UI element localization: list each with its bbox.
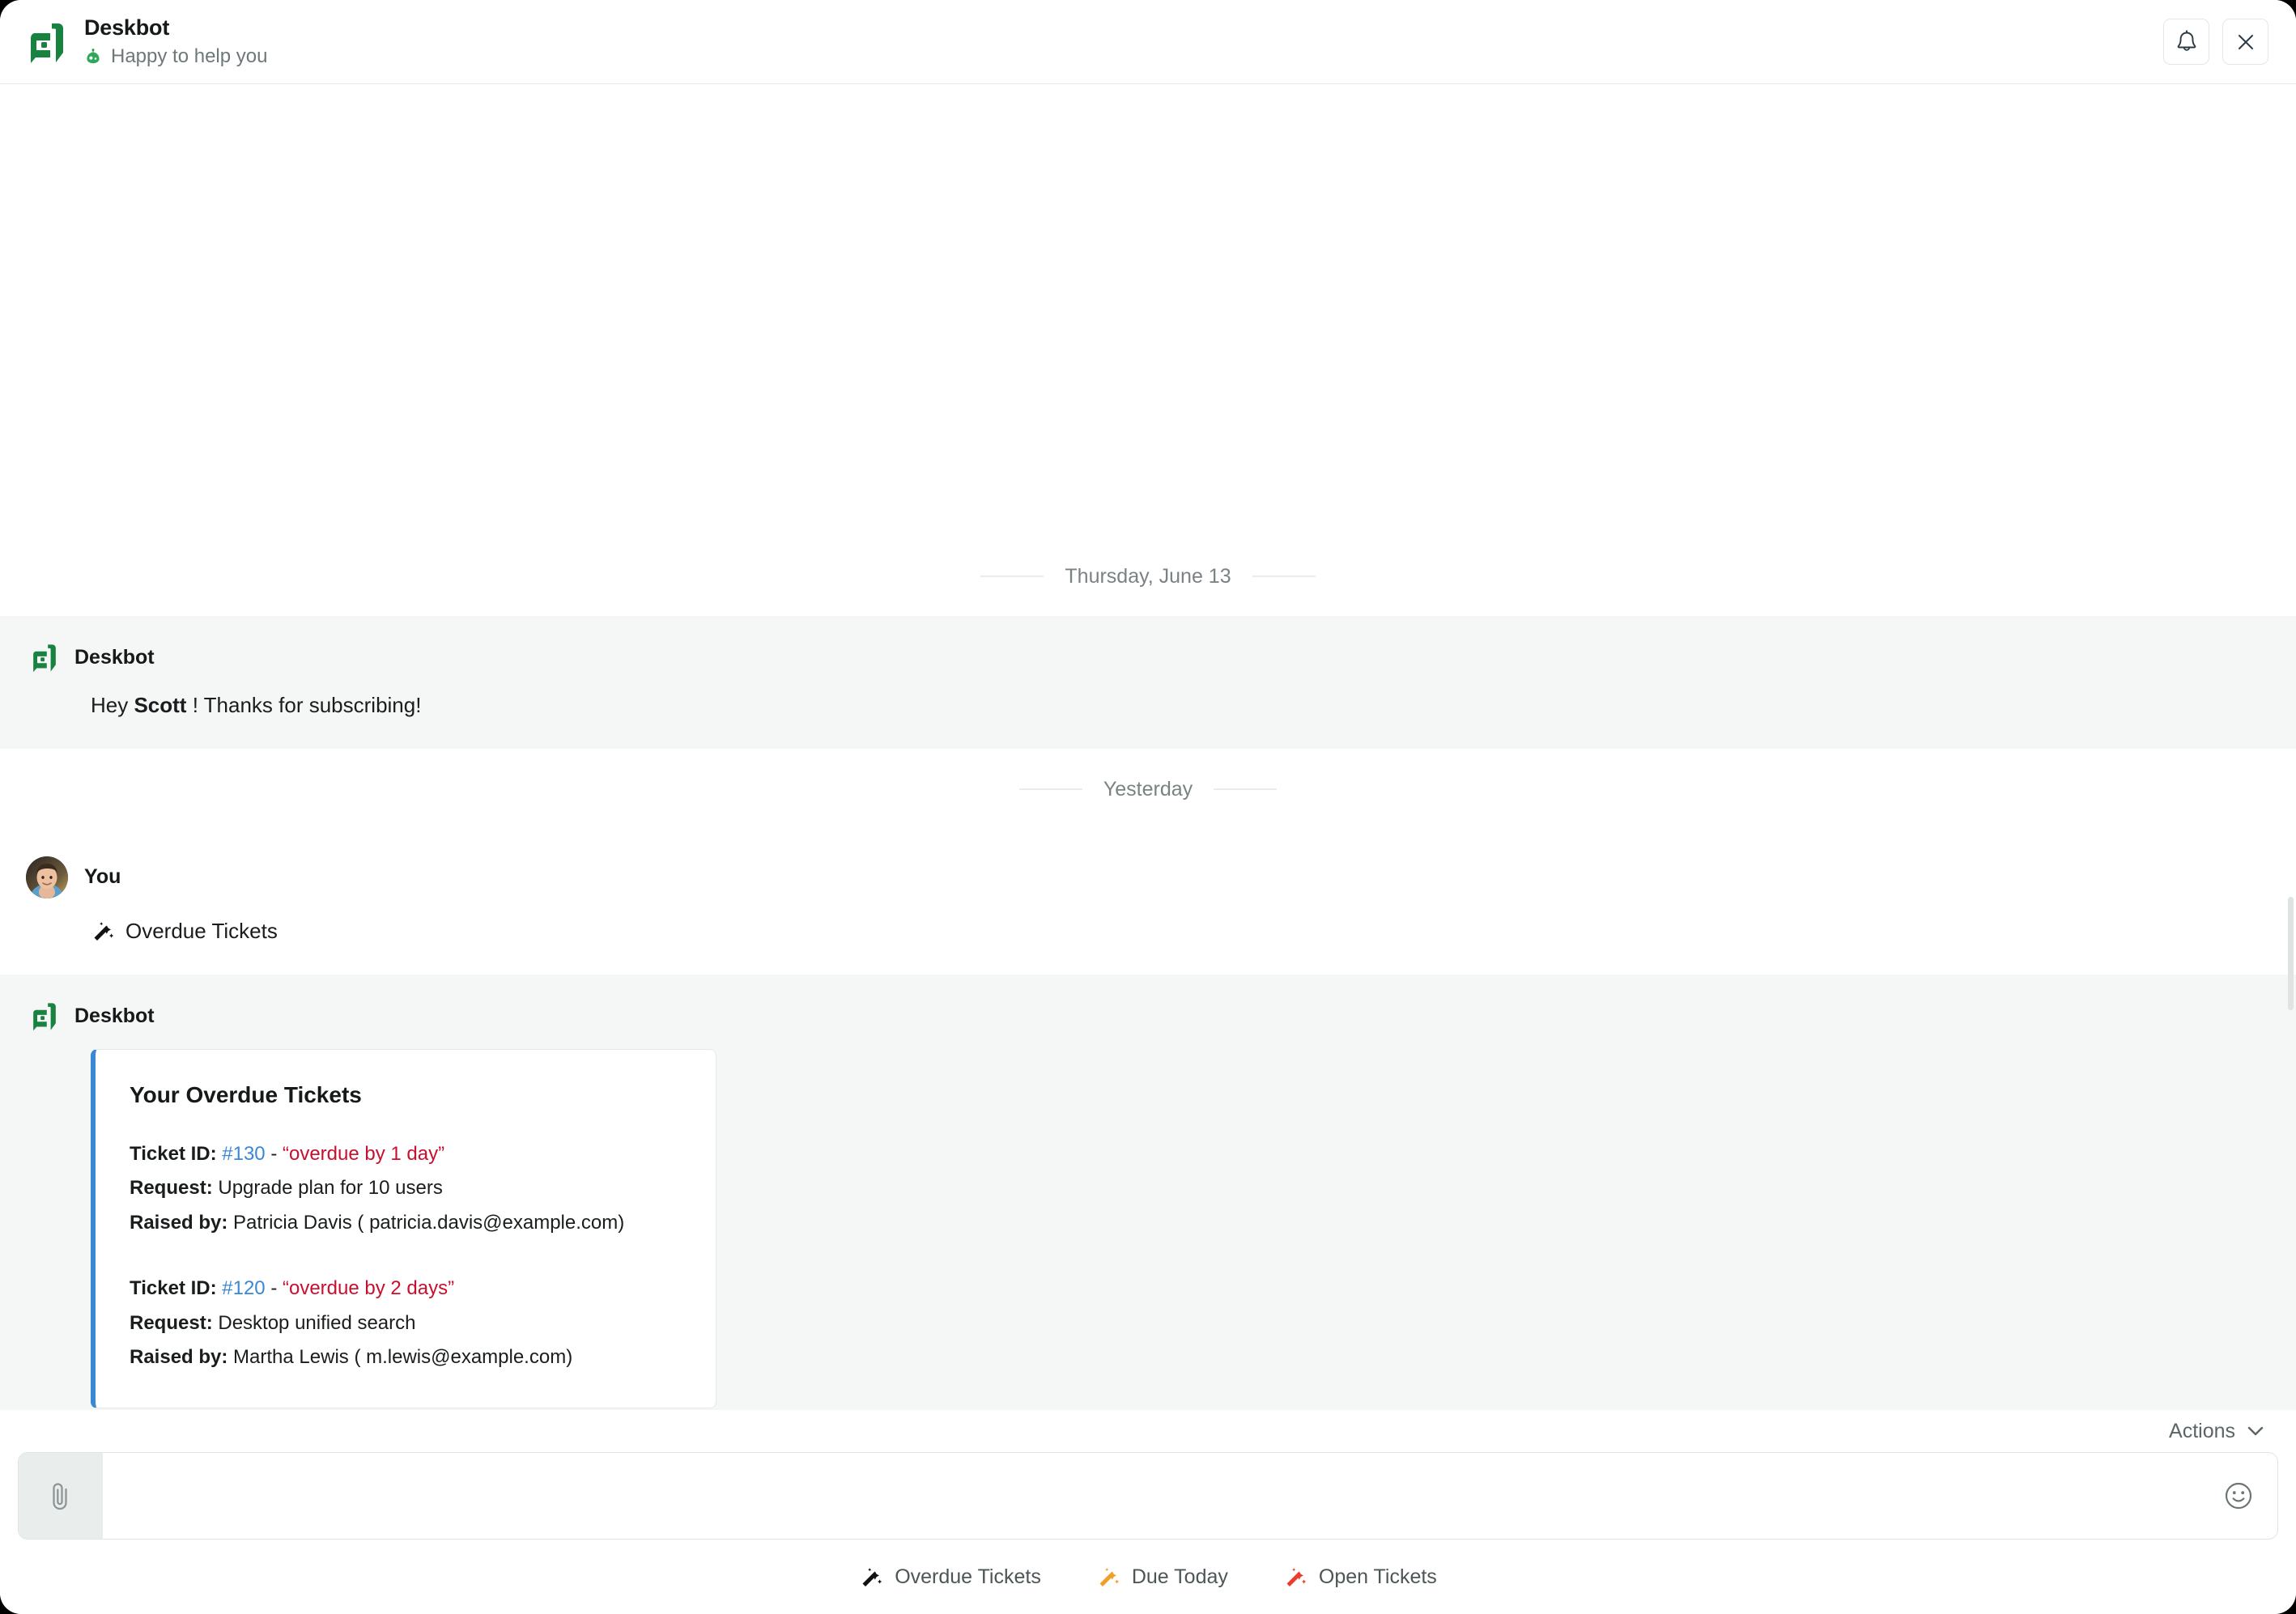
scrollbar-thumb[interactable]	[2288, 897, 2294, 1010]
ticket-request-line: Request: Upgrade plan for 10 users	[130, 1171, 682, 1206]
conversation-scroll-area[interactable]: Thursday, June 13 Deskbot Hey Scott ! Th…	[0, 84, 2296, 1438]
bot-avatar-icon	[87, 48, 100, 63]
ticket-raisedby-value: Patricia Davis ( patricia.davis@example.…	[233, 1212, 625, 1234]
divider-line-right	[1252, 576, 1316, 577]
bot-status-label: Happy to help you	[111, 45, 268, 67]
ticket-id-link[interactable]: #120	[222, 1277, 265, 1299]
quick-reply-bar: Overdue Tickets Due Today Open Tickets	[0, 1540, 2296, 1614]
message-input[interactable]	[103, 1453, 2200, 1539]
message-user-overdue-tickets: You Overdue Tickets	[0, 828, 2296, 975]
message-author: Deskbot	[74, 646, 155, 669]
conversation-list: Thursday, June 13 Deskbot Hey Scott ! Th…	[0, 536, 2296, 1438]
actions-label: Actions	[2169, 1419, 2235, 1442]
quick-reply-label: Open Tickets	[1318, 1565, 1437, 1588]
magic-wand-icon	[1099, 1568, 1120, 1586]
message-bot-ticket-card: Deskbot Your Overdue Tickets Ticket ID: …	[0, 974, 2296, 1438]
ticket-raisedby-line: Raised by: Patricia Davis ( patricia.dav…	[130, 1206, 682, 1241]
ticket-id-line: Ticket ID: #120 - “overdue by 2 days”	[130, 1272, 682, 1306]
magic-wand-icon	[862, 1568, 882, 1586]
divider-line-left	[1018, 788, 1082, 791]
date-divider-label: Thursday, June 13	[1065, 564, 1231, 588]
message-header: Deskbot	[0, 1002, 2296, 1031]
message-bot-greeting: Deskbot Hey Scott ! Thanks for subscribi…	[0, 615, 2296, 749]
ticket-id-label: Ticket ID:	[130, 1276, 217, 1299]
message-text: Hey Scott ! Thanks for subscribing!	[0, 691, 2296, 720]
page-title: Deskbot	[84, 15, 170, 40]
magic-wand-icon	[94, 922, 114, 941]
date-divider-label: Yesterday	[1103, 777, 1193, 801]
greeting-suffix: ! Thanks for subscribing!	[186, 692, 422, 717]
ticket-id-link[interactable]: #130	[222, 1143, 265, 1165]
bell-icon	[2177, 29, 2196, 51]
notifications-button[interactable]	[2163, 19, 2209, 65]
smiley-icon	[2225, 1482, 2252, 1510]
ticket-separator: -	[265, 1142, 283, 1165]
deskbot-logo-icon	[33, 643, 56, 672]
bot-status: Happy to help you	[84, 45, 267, 68]
message-header: Deskbot	[0, 643, 2296, 673]
attach-file-button[interactable]	[19, 1453, 103, 1539]
quick-reply-label: Overdue Tickets	[895, 1565, 1041, 1588]
actions-dropdown[interactable]: Actions	[2169, 1420, 2265, 1443]
divider-line-right	[1214, 788, 1278, 791]
brand-text-block: Deskbot Happy to help you	[84, 15, 267, 67]
ticket-request-line: Request: Desktop unified search	[130, 1306, 682, 1341]
deskbot-logo-icon	[33, 1003, 56, 1030]
overdue-tickets-card: Your Overdue Tickets Ticket ID: #130 - “…	[91, 1048, 716, 1408]
ticket-request-label: Request:	[130, 1177, 213, 1200]
emoji-picker-button[interactable]	[2200, 1453, 2277, 1539]
user-message-label: Overdue Tickets	[125, 918, 278, 943]
quick-reply-open-tickets[interactable]: Open Tickets	[1283, 1565, 1437, 1589]
ticket-status: “overdue by 1 day”	[282, 1142, 445, 1165]
header-actions	[2163, 19, 2268, 65]
date-divider-second: Yesterday	[0, 749, 2296, 829]
ticket-entry: Ticket ID: #120 - “overdue by 2 days” Re…	[130, 1272, 682, 1375]
ticket-status: “overdue by 2 days”	[282, 1276, 455, 1299]
ticket-raisedby-label: Raised by:	[130, 1212, 228, 1234]
ticket-raisedby-line: Raised by: Martha Lewis ( m.lewis@exampl…	[130, 1340, 682, 1375]
quick-reply-due-today[interactable]: Due Today	[1096, 1565, 1228, 1589]
avatar	[26, 856, 68, 898]
message-header: You	[0, 856, 2296, 898]
chevron-down-icon	[2247, 1426, 2264, 1436]
message-composer	[18, 1452, 2278, 1540]
chat-header: Deskbot Happy to help you	[0, 0, 2296, 84]
ticket-request-value: Desktop unified search	[218, 1311, 416, 1334]
quick-reply-label: Due Today	[1131, 1565, 1228, 1588]
deskbot-chat-window: Deskbot Happy to help you Thursday, June…	[0, 0, 2296, 1614]
ticket-separator: -	[265, 1276, 283, 1299]
ticket-raisedby-value: Martha Lewis ( m.lewis@example.com)	[233, 1346, 573, 1369]
magic-wand-icon	[1286, 1568, 1307, 1586]
divider-line-left	[980, 576, 1044, 577]
message-author: Deskbot	[74, 1005, 155, 1028]
conversation-scrollbar[interactable]	[2286, 87, 2294, 1434]
ticket-raisedby-label: Raised by:	[130, 1346, 228, 1369]
paperclip-icon	[53, 1483, 67, 1510]
close-icon	[2238, 34, 2253, 49]
ticket-entry: Ticket ID: #130 - “overdue by 1 day” Req…	[130, 1137, 682, 1241]
actions-row: Actions	[0, 1410, 2296, 1452]
quick-reply-overdue-tickets[interactable]: Overdue Tickets	[859, 1565, 1041, 1589]
message-author: You	[84, 865, 121, 889]
ticket-id-line: Ticket ID: #130 - “overdue by 1 day”	[130, 1137, 682, 1172]
date-divider-first: Thursday, June 13	[0, 536, 2296, 616]
deskbot-logo-icon	[30, 23, 63, 63]
close-button[interactable]	[2222, 19, 2268, 65]
ticket-request-value: Upgrade plan for 10 users	[218, 1177, 443, 1200]
greeting-username: Scott	[134, 692, 187, 717]
greeting-prefix: Hey	[91, 692, 134, 717]
ticket-request-label: Request:	[130, 1311, 213, 1334]
message-text: Overdue Tickets	[0, 917, 2296, 945]
ticket-id-label: Ticket ID:	[130, 1142, 217, 1165]
card-title: Your Overdue Tickets	[130, 1081, 362, 1107]
